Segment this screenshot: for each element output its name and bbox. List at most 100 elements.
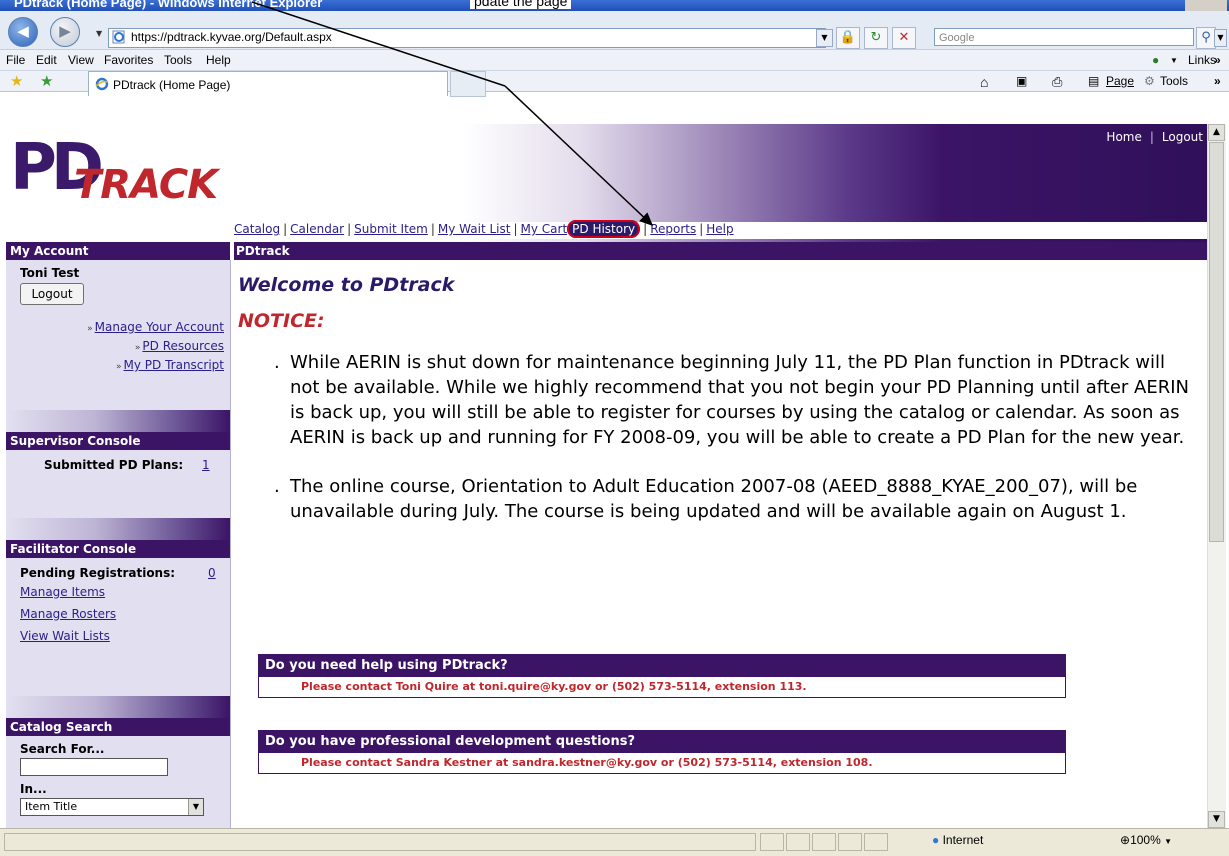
menu-view[interactable]: View: [68, 53, 94, 67]
arrow-icon: »: [87, 324, 93, 334]
help-box-body: Please contact Toni Quire at toni.quire@…: [259, 677, 1065, 697]
home-icon[interactable]: ⌂: [980, 74, 988, 90]
window-title: PDtrack (Home Page) - Windows Internet E…: [14, 0, 323, 10]
vertical-scrollbar[interactable]: ▲ ▼: [1207, 124, 1226, 828]
security-zone: ● Internet: [932, 833, 984, 847]
back-button[interactable]: ◀: [8, 17, 38, 47]
help-box-pd-questions: Do you have professional development que…: [258, 730, 1066, 774]
status-cell: [812, 833, 836, 851]
page-menu[interactable]: Page: [1106, 74, 1134, 88]
sidebar-divider: [6, 410, 230, 432]
chevron-down-icon[interactable]: ▼: [188, 799, 203, 815]
address-dropdown-icon[interactable]: ▼: [816, 29, 833, 47]
nav-calendar[interactable]: Calendar: [290, 222, 344, 236]
nav-pd-history[interactable]: PD History: [567, 220, 641, 238]
refresh-icon[interactable]: ↻: [864, 27, 888, 49]
menu-bar: File Edit View Favorites Tools Help ● ▼ …: [0, 50, 1229, 71]
help-box-body: Please contact Sandra Kestner at sandra.…: [259, 753, 1065, 773]
catalog-search-header: Catalog Search: [6, 718, 230, 736]
print-icon[interactable]: ⎙: [1052, 74, 1062, 90]
list-item: . The online course, Orientation to Adult…: [274, 476, 1138, 522]
web-page: PD TRACK Home | Logout Catalog | Calendar | Su…: [6, 124, 1207, 828]
pending-registrations-count[interactable]: 0: [208, 566, 216, 580]
main-nav: Catalog | Calendar | Submit Item | My Wait Lis…: [234, 220, 1207, 239]
menu-help[interactable]: Help: [206, 53, 231, 67]
window-controls[interactable]: [1185, 0, 1227, 11]
menu-favorites[interactable]: Favorites: [104, 53, 153, 67]
my-account-header: My Account: [10, 244, 89, 258]
search-in-select[interactable]: Item Title ▼: [20, 798, 204, 816]
tools-menu[interactable]: Tools: [1160, 74, 1188, 88]
chevron-right-icon[interactable]: »: [1214, 53, 1221, 67]
main-content: Welcome to PDtrack NOTICE: . While AERIN …: [236, 260, 1196, 828]
logout-button[interactable]: Logout: [20, 283, 84, 305]
catalog-search-input[interactable]: [20, 758, 168, 776]
add-favorites-icon[interactable]: ★: [40, 72, 53, 90]
stop-icon[interactable]: ✕: [892, 27, 916, 49]
view-wait-lists-link[interactable]: View Wait Lists: [20, 629, 110, 643]
new-tab-button[interactable]: [450, 71, 486, 97]
content-header: PDtrack: [236, 244, 290, 258]
status-text-cell: [4, 833, 756, 851]
address-bar[interactable]: https://pdtrack.kyvae.org/Default.aspx: [108, 28, 826, 48]
page-icon[interactable]: ▤: [1088, 74, 1099, 88]
menu-edit[interactable]: Edit: [36, 53, 57, 67]
messenger-icon[interactable]: ●: [1152, 53, 1159, 67]
manage-rosters-link[interactable]: Manage Rosters: [20, 607, 116, 621]
manage-account-link[interactable]: » Manage Your Account: [87, 320, 224, 334]
nav-catalog[interactable]: Catalog: [234, 222, 280, 236]
menu-tools[interactable]: Tools: [164, 53, 192, 67]
section-header-bar: My Account PDtrack: [6, 242, 1207, 260]
links-label[interactable]: Links: [1188, 53, 1216, 67]
links-dropdown-icon[interactable]: ▼: [1170, 56, 1178, 65]
arrow-icon: »: [134, 343, 141, 353]
address-toolbar: ◀ ▶ ▼ https://pdtrack.kyvae.org/Default.…: [0, 11, 1229, 50]
search-options-icon[interactable]: ▼: [1214, 29, 1227, 47]
chevron-right-icon[interactable]: »: [1214, 74, 1221, 88]
feeds-icon[interactable]: ▣: [1016, 74, 1027, 88]
nav-reports[interactable]: Reports: [650, 222, 696, 236]
zoom-level[interactable]: ⊕100% ▼: [1120, 833, 1172, 847]
forward-button[interactable]: ▶: [50, 17, 80, 47]
pending-registrations-label: Pending Registrations:: [20, 566, 176, 580]
manage-items-link[interactable]: Manage Items: [20, 585, 105, 599]
nav-my-cart[interactable]: My Cart: [521, 222, 568, 236]
list-item: . While AERIN is shut down for maintenanc…: [274, 352, 1190, 448]
scroll-up-icon[interactable]: ▲: [1208, 124, 1225, 141]
gear-icon[interactable]: ⚙: [1144, 74, 1155, 88]
home-link[interactable]: Home: [1106, 130, 1141, 144]
status-cell: [760, 833, 784, 851]
sidebar-divider: [6, 696, 230, 718]
facilitator-console-header: Facilitator Console: [6, 540, 230, 558]
status-cell: [838, 833, 862, 851]
history-dropdown-icon[interactable]: ▼: [96, 29, 102, 38]
sidebar: Toni Test Logout » Manage Your Account » P…: [6, 260, 231, 828]
search-input[interactable]: Google: [934, 28, 1194, 46]
nav-submit-item[interactable]: Submit Item: [354, 222, 428, 236]
nav-my-wait-list[interactable]: My Wait List: [438, 222, 511, 236]
ie-page-icon: [112, 30, 125, 44]
nav-help[interactable]: Help: [706, 222, 733, 236]
globe-icon: ●: [932, 833, 940, 847]
pd-resources-link[interactable]: » PD Resources: [135, 339, 224, 353]
pd-transcript-link[interactable]: » My PD Transcript: [116, 358, 224, 372]
menu-file[interactable]: File: [6, 53, 25, 67]
search-in-label: In...: [20, 782, 47, 796]
status-cell: [864, 833, 888, 851]
lock-icon[interactable]: 🔒: [836, 27, 860, 49]
scroll-down-icon[interactable]: ▼: [1208, 811, 1225, 828]
sidebar-divider: [6, 518, 230, 540]
tab-pdtrack-home[interactable]: PDtrack (Home Page): [88, 71, 448, 96]
scroll-thumb[interactable]: [1209, 142, 1224, 542]
search-for-label: Search For...: [20, 742, 105, 756]
pdtrack-logo: PD TRACK: [10, 136, 260, 226]
status-cell: [786, 833, 810, 851]
notice-heading: NOTICE:: [238, 310, 325, 332]
search-icon[interactable]: ⚲: [1196, 27, 1216, 49]
favorites-star-icon[interactable]: ★: [10, 72, 23, 90]
window-title-bar: PDtrack (Home Page) - Windows Internet E…: [0, 0, 1229, 11]
logout-link[interactable]: Logout: [1162, 130, 1203, 144]
submitted-plans-count[interactable]: 1: [202, 458, 210, 472]
chevron-down-icon[interactable]: ▼: [1164, 837, 1172, 846]
ie-logo-icon: [95, 77, 109, 91]
